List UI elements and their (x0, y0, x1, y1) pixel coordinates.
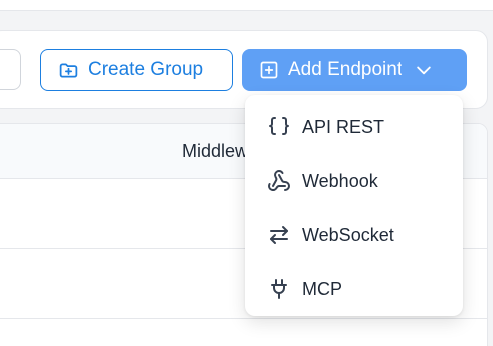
add-endpoint-label: Add Endpoint (288, 59, 403, 80)
braces-icon (267, 115, 291, 139)
menu-item-label: API REST (302, 116, 385, 137)
plug-icon (267, 277, 291, 301)
menu-item-label: MCP (302, 278, 342, 299)
menu-item-webhook[interactable]: Webhook (245, 156, 463, 206)
menu-item-label: Webhook (302, 170, 378, 191)
plus-square-icon (259, 60, 279, 80)
chevron-down-icon (414, 60, 434, 80)
search-input[interactable] (0, 49, 21, 90)
create-group-label: Create Group (88, 59, 204, 80)
menu-item-mcp[interactable]: MCP (245, 264, 463, 314)
folder-plus-icon (58, 60, 79, 81)
menu-item-websocket[interactable]: WebSocket (245, 210, 463, 260)
add-endpoint-button[interactable]: Add Endpoint (242, 49, 467, 91)
create-group-button[interactable]: Create Group (40, 49, 233, 91)
top-strip (0, 0, 493, 11)
menu-item-label: WebSocket (302, 224, 394, 245)
app-stage: Create Group Add Endpoint Middlew API RE… (0, 0, 493, 346)
add-endpoint-menu: API REST Webhook WebSocket MCP (245, 95, 463, 316)
middleware-column-header: Middlew (182, 141, 249, 161)
row-divider (0, 318, 487, 319)
arrows-swap-icon (267, 223, 291, 247)
webhook-icon (267, 169, 291, 193)
menu-item-api-rest[interactable]: API REST (245, 102, 463, 152)
